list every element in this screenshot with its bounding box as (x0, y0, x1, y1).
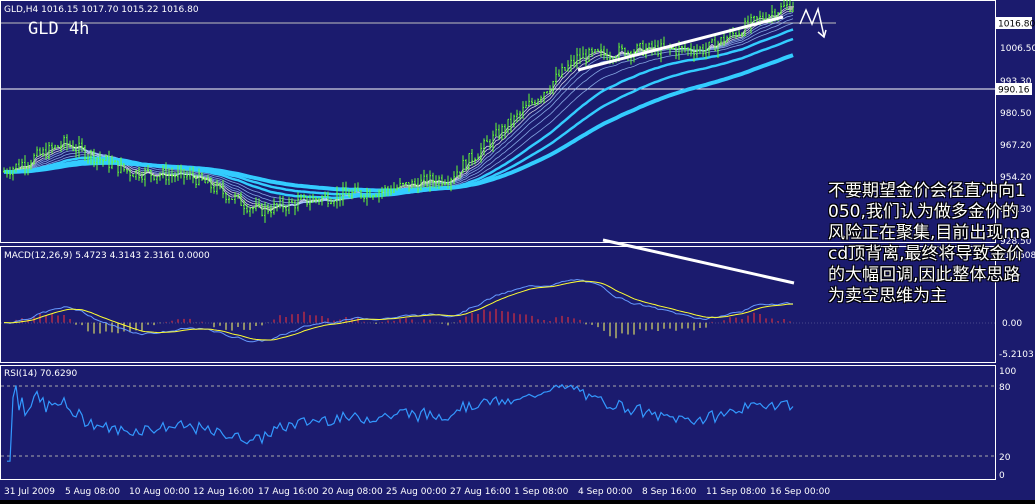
macd-label: MACD(12,26,9) 5.4723 4.3143 2.3161 0.000… (4, 251, 210, 261)
x-tick-label: 11 Sep 08:00 (706, 487, 766, 497)
rsi-label: RSI(14) 70.6290 (4, 369, 77, 379)
macd-tick-label: -5.2103 (999, 350, 1034, 360)
moving-average-line (3, 12, 794, 208)
x-tick-label: 10 Aug 00:00 (129, 487, 190, 497)
level-line-value: 990.16 (998, 86, 1030, 96)
analysis-annotation: 不要期望金价会径直冲向1050,我们认为做多金价的风险正在聚集,目前出现macd… (828, 181, 1031, 306)
x-tick-label: 16 Sep 00:00 (770, 487, 830, 497)
projection-arrow (788, 6, 827, 39)
rsi-tick-label: 80 (999, 383, 1011, 393)
x-tick-label: 4 Sep 00:00 (578, 487, 633, 497)
price-tick-label: 967.20 (1000, 141, 1032, 151)
macd-lines (3, 278, 794, 343)
current-price-value: 1016.80 (998, 20, 1035, 30)
x-tick-label: 31 Jul 2009 (4, 487, 55, 497)
x-tick-label: 20 Aug 08:00 (322, 487, 383, 497)
macd-signal-line (4, 280, 793, 341)
moving-average-line (3, 28, 794, 200)
x-tick-label: 12 Aug 16:00 (193, 487, 254, 497)
moving-average-line (3, 8, 794, 211)
ohlc-header: GLD,H4 1016.15 1017.70 1015.22 1016.80 (4, 5, 199, 15)
chart-title: GLD 4h (28, 19, 89, 39)
rsi-line (7, 383, 794, 462)
moving-average-ribbon (3, 6, 794, 212)
rsi-panel-border (0, 365, 996, 480)
x-tick-label: 25 Aug 00:00 (386, 487, 447, 497)
x-tick-label: 17 Aug 16:00 (258, 487, 319, 497)
moving-average-line (3, 6, 794, 212)
moving-average-line (3, 10, 794, 209)
x-tick-label: 5 Aug 08:00 (65, 487, 120, 497)
x-axis: 31 Jul 2009 5 Aug 08:00 10 Aug 00:00 12 … (4, 487, 830, 497)
x-tick-label: 27 Aug 16:00 (450, 487, 511, 497)
x-tick-label: 8 Sep 16:00 (642, 487, 697, 497)
rsi-tick-label: 20 (999, 453, 1011, 463)
macd-main-line (3, 278, 794, 343)
price-tick-label: 993.30 (1000, 77, 1032, 87)
rsi-tick-label: 100 (999, 367, 1016, 377)
macd-tick-label: 0.00 (1002, 319, 1022, 329)
price-tick-label: 1006.50 (1000, 44, 1035, 54)
rsi-tick-label: 0 (999, 471, 1005, 481)
macd-histogram (9, 308, 791, 339)
price-tick-label: 980.50 (1000, 109, 1032, 119)
x-tick-label: 1 Sep 08:00 (514, 487, 569, 497)
